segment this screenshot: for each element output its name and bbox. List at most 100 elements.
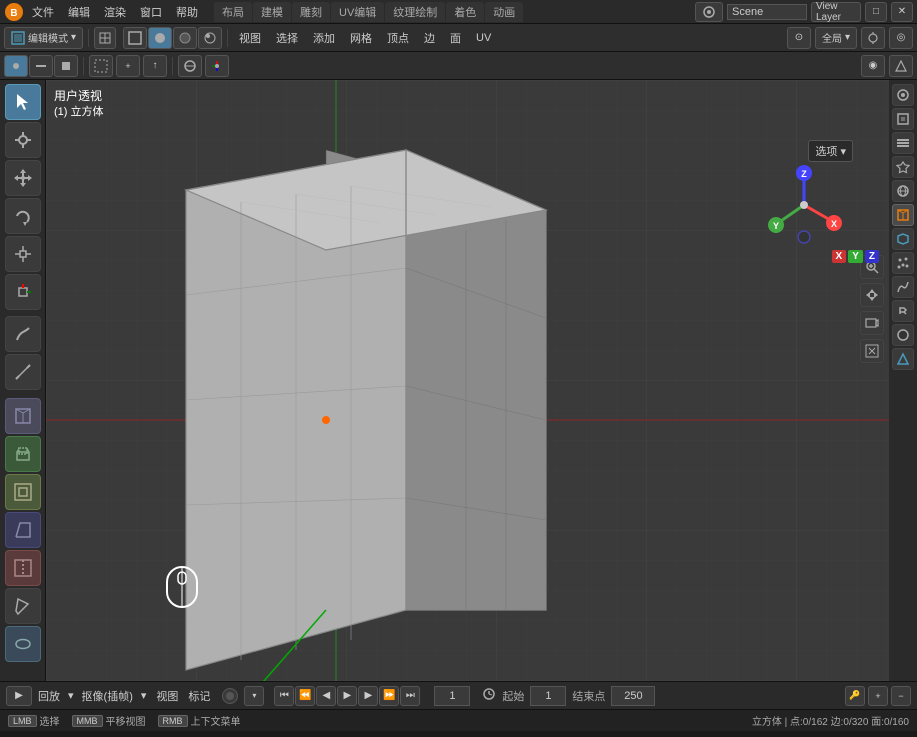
gizmo-btn[interactable] [205, 55, 229, 77]
snap-btn[interactable] [861, 27, 885, 49]
viewport-edge-menu[interactable]: 边 [418, 28, 441, 48]
mode-selector[interactable]: 编辑模式 ▾ [4, 27, 83, 49]
tab-modeling[interactable]: 建模 [253, 2, 291, 22]
timeline-type-selector[interactable]: ▶ [6, 686, 32, 706]
cube-3d [126, 130, 626, 681]
tab-layout[interactable]: 布局 [214, 2, 252, 22]
tab-shading[interactable]: 着色 [446, 2, 484, 22]
viewport-select-menu[interactable]: 选择 [270, 28, 304, 48]
physics-tab[interactable] [892, 276, 914, 298]
menu-help[interactable]: 帮助 [170, 2, 204, 22]
scale-tool[interactable] [5, 236, 41, 272]
edge-select-btn[interactable] [29, 55, 53, 77]
extrude-tool[interactable] [5, 436, 41, 472]
select-options-btn[interactable]: 选项 ▾ [808, 140, 853, 162]
vert-select-btn[interactable] [4, 55, 28, 77]
loop-cut-tool[interactable] [5, 550, 41, 586]
engine-selector[interactable] [695, 2, 723, 22]
wire-shading-btn[interactable] [123, 27, 147, 49]
viewport-vertex-menu[interactable]: 顶点 [381, 28, 415, 48]
data-tab[interactable] [892, 348, 914, 370]
viewport-gizmo[interactable]: Z X Y [764, 165, 844, 245]
object-settings-tab[interactable] [892, 204, 914, 226]
viewport-add-menu[interactable]: 添加 [307, 28, 341, 48]
modifier-settings-tab[interactable] [892, 228, 914, 250]
viewport-3d[interactable]: 用户透视 (1) 立方体 Z X Y [46, 80, 889, 681]
cursor-tool[interactable] [5, 122, 41, 158]
xray-btn[interactable] [89, 55, 113, 77]
tab-sculpting[interactable]: 雕刻 [292, 2, 330, 22]
overlay-btn[interactable] [178, 55, 202, 77]
next-frame-btn[interactable]: ⏩ [379, 686, 399, 706]
menu-edit[interactable]: 编辑 [62, 2, 96, 22]
output-settings-tab[interactable] [892, 108, 914, 130]
face-select-btn[interactable] [54, 55, 78, 77]
dropdown-btn[interactable]: ▾ [244, 686, 264, 706]
camera-btn[interactable] [860, 311, 884, 335]
smooth-tool[interactable] [5, 626, 41, 662]
transform-tool[interactable] [5, 274, 41, 310]
prev-frame-btn[interactable]: ⏪ [295, 686, 315, 706]
proportional-edit-btn[interactable]: ◎ [889, 27, 913, 49]
viewport-face-menu[interactable]: 面 [444, 28, 467, 48]
keying-insert-btn[interactable]: + [868, 686, 888, 706]
start-frame-input[interactable] [530, 686, 566, 706]
close-window[interactable]: ✕ [891, 2, 913, 22]
material-shading-btn[interactable] [173, 27, 197, 49]
viewport-mesh-menu[interactable]: 网格 [344, 28, 378, 48]
next-keyframe-btn[interactable]: ▶ [358, 686, 378, 706]
playback-dot[interactable] [222, 688, 238, 704]
inset-tool[interactable] [5, 474, 41, 510]
menu-file[interactable]: 文件 [26, 2, 60, 22]
keying-delete-btn[interactable]: − [891, 686, 911, 706]
workspace-tabs: 布局 建模 雕刻 UV编辑 纹理绘制 着色 动画 [214, 2, 523, 22]
jump-start-btn[interactable]: ⏮ [274, 686, 294, 706]
scene-settings-tab[interactable] [892, 156, 914, 178]
solid-shading-btn[interactable] [148, 27, 172, 49]
global-view-btn[interactable] [94, 27, 116, 49]
viewport-uv-menu[interactable]: UV [470, 30, 497, 46]
y-axis-label[interactable]: Y [848, 250, 863, 263]
render-cam-btn[interactable] [860, 339, 884, 363]
jump-end-btn[interactable]: ⏭ [400, 686, 420, 706]
vert-normals-btn[interactable]: ↑ [143, 55, 167, 77]
constraints-tab[interactable] [892, 300, 914, 322]
x-axis-label[interactable]: X [832, 250, 847, 263]
bevel-tool[interactable] [5, 512, 41, 548]
z-axis-label[interactable]: Z [865, 250, 879, 263]
render-settings-tab[interactable] [892, 84, 914, 106]
menu-render[interactable]: 渲染 [98, 2, 132, 22]
maximize-window[interactable]: □ [865, 2, 887, 22]
pivot-btn[interactable]: ⊙ [787, 27, 811, 49]
tab-animation[interactable]: 动画 [485, 2, 523, 22]
play-btn[interactable]: ▶ [337, 686, 357, 706]
keying-sets-btn[interactable]: 🔑 [845, 686, 865, 706]
snapping-btn[interactable] [889, 55, 913, 77]
annotate-tool[interactable] [5, 316, 41, 352]
scene-name-input[interactable] [727, 4, 807, 20]
show-stats-btn[interactable]: + [116, 55, 140, 77]
third-toolbar: + ↑ ◉ [0, 52, 917, 80]
render-shading-btn[interactable] [198, 27, 222, 49]
knife-tool[interactable] [5, 588, 41, 624]
pan-btn[interactable] [860, 283, 884, 307]
measure-tool[interactable] [5, 354, 41, 390]
menu-window[interactable]: 窗口 [134, 2, 168, 22]
add-cube-tool[interactable] [5, 398, 41, 434]
world-settings-tab[interactable] [892, 180, 914, 202]
view-layer-tab[interactable] [892, 132, 914, 154]
end-frame-input[interactable] [611, 686, 655, 706]
prop-edit-btn2[interactable]: ◉ [861, 55, 885, 77]
transform-orientation[interactable]: 全局 ▾ [815, 27, 857, 49]
tab-texture-paint[interactable]: 纹理绘制 [385, 2, 445, 22]
viewport-view-menu[interactable]: 视图 [233, 28, 267, 48]
select-tool[interactable] [5, 84, 41, 120]
prev-keyframe-btn[interactable]: ◀ [316, 686, 336, 706]
rotate-tool[interactable] [5, 198, 41, 234]
move-tool[interactable] [5, 160, 41, 196]
current-frame-input[interactable] [434, 686, 470, 706]
particles-tab[interactable] [892, 252, 914, 274]
material-tab[interactable] [892, 324, 914, 346]
tab-uv[interactable]: UV编辑 [331, 2, 384, 22]
view-layer-btn[interactable]: View Layer [811, 2, 861, 22]
